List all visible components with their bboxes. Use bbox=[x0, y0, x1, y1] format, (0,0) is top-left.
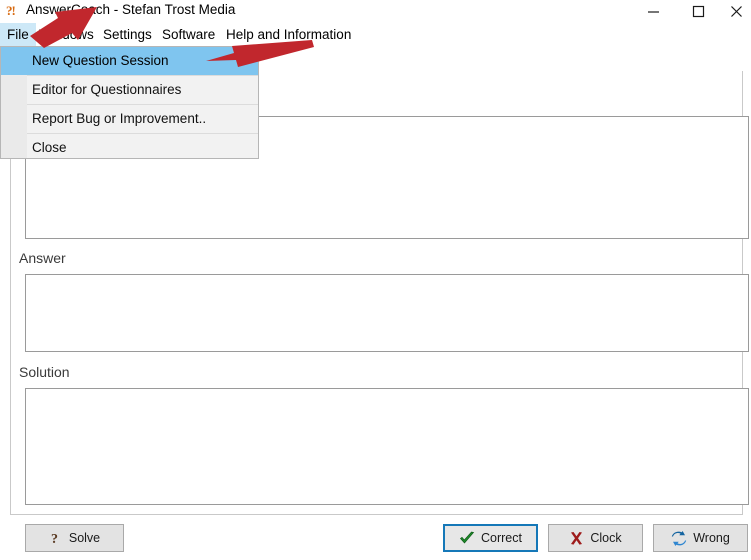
correct-button[interactable]: Correct bbox=[443, 524, 538, 552]
cross-mark-icon bbox=[569, 531, 584, 546]
refresh-icon bbox=[671, 530, 687, 546]
wrong-button-label: Wrong bbox=[693, 531, 730, 545]
maximize-button[interactable] bbox=[676, 0, 721, 22]
title-bar: ?! AnswerCoach - Stefan Trost Media bbox=[0, 0, 751, 22]
menu-option-new-question-session[interactable]: New Question Session bbox=[1, 47, 258, 75]
solve-button-label: Solve bbox=[68, 531, 101, 545]
clock-button[interactable]: Clock bbox=[548, 524, 643, 552]
question-mark-icon: ? bbox=[49, 531, 63, 546]
window-title: AnswerCoach - Stefan Trost Media bbox=[26, 2, 236, 17]
solve-button[interactable]: ? Solve bbox=[25, 524, 124, 552]
menu-option-editor-for-questionnaires[interactable]: Editor for Questionnaires bbox=[1, 76, 258, 104]
close-button[interactable] bbox=[721, 0, 751, 22]
svg-text:?: ? bbox=[51, 532, 58, 546]
solution-field[interactable] bbox=[25, 388, 749, 505]
menu-bar: File Windows Settings Software Help and … bbox=[0, 23, 751, 46]
menu-item-settings[interactable]: Settings bbox=[96, 23, 159, 46]
clock-button-label: Clock bbox=[590, 531, 622, 545]
menu-item-help-and-information[interactable]: Help and Information bbox=[219, 23, 358, 46]
menu-option-close[interactable]: Close bbox=[1, 134, 258, 162]
question-exclamation-icon: ?! bbox=[6, 3, 16, 18]
minimize-button[interactable] bbox=[631, 0, 676, 22]
menu-item-file[interactable]: File bbox=[0, 23, 36, 46]
menu-option-report-bug-or-improvement[interactable]: Report Bug or Improvement.. bbox=[1, 105, 258, 133]
menu-item-windows[interactable]: Windows bbox=[32, 23, 101, 46]
answer-field[interactable] bbox=[25, 274, 749, 352]
file-dropdown-menu: New Question Session Editor for Question… bbox=[0, 46, 259, 159]
solution-label: Solution bbox=[19, 364, 70, 380]
menu-item-software[interactable]: Software bbox=[155, 23, 222, 46]
wrong-button[interactable]: Wrong bbox=[653, 524, 748, 552]
answer-label: Answer bbox=[19, 250, 66, 266]
correct-button-label: Correct bbox=[481, 531, 522, 545]
check-mark-icon bbox=[459, 531, 475, 546]
